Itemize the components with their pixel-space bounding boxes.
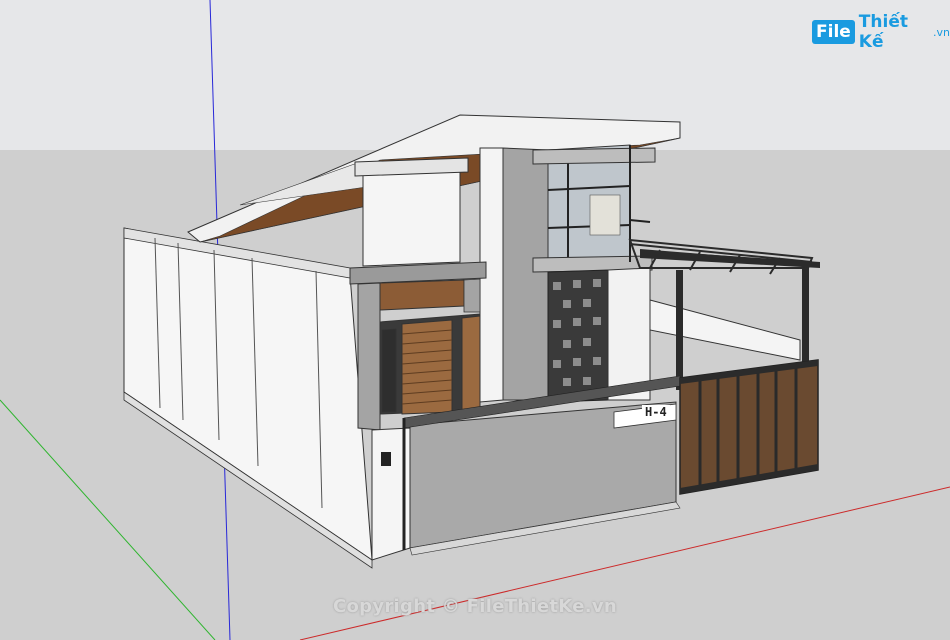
pergola-post bbox=[676, 270, 683, 390]
grey-wall bbox=[502, 147, 549, 401]
wooden-door bbox=[401, 319, 453, 415]
house-model-scene bbox=[0, 0, 950, 640]
site-logo: File Thiết Kế .vn bbox=[812, 12, 950, 52]
logo-suffix: .vn bbox=[933, 25, 950, 39]
copyright-watermark: Copyright © FileThietKe.vn bbox=[332, 596, 618, 617]
louver-panel bbox=[381, 328, 397, 413]
house-number-label: H-4 bbox=[642, 405, 670, 419]
window-hood bbox=[532, 147, 656, 165]
entrance-frame bbox=[357, 282, 381, 431]
sketchup-viewport: H-4 File Thiết Kế .vn Copyright © FileTh… bbox=[0, 0, 950, 640]
upper-tower bbox=[362, 167, 461, 267]
wall-lamp bbox=[381, 452, 391, 466]
pergola-post bbox=[802, 262, 809, 362]
wooden-shutter bbox=[461, 315, 481, 413]
wood-panel bbox=[379, 279, 465, 311]
logo-box: File bbox=[812, 20, 855, 44]
logo-text: Thiết Kế bbox=[858, 12, 908, 52]
